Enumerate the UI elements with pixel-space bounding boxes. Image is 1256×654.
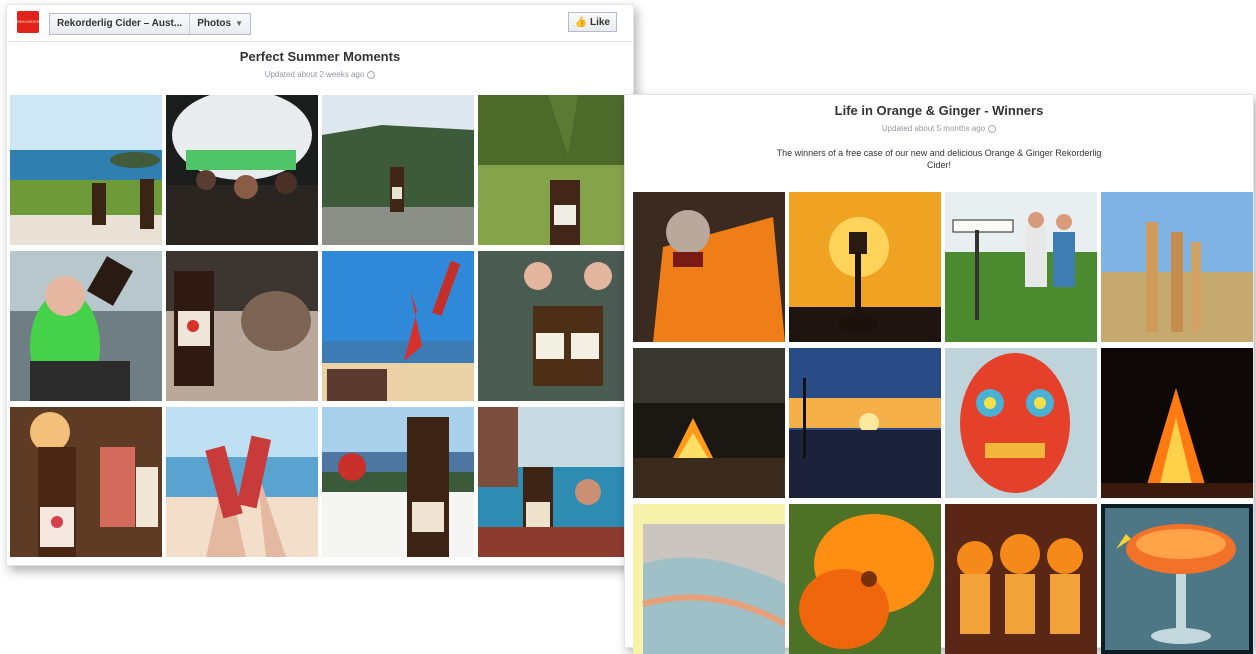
breadcrumb-section-dropdown[interactable]: Photos ▼: [190, 14, 250, 34]
photo-thumbnail[interactable]: [1101, 192, 1253, 342]
album-updated-time: Updated about 2 weeks ago: [7, 70, 633, 79]
photo-thumbnail[interactable]: [10, 95, 162, 245]
album-updated-time: Updated about 5 months ago: [625, 124, 1253, 133]
photo-thumbnail[interactable]: [322, 95, 474, 245]
globe-icon: [367, 70, 376, 79]
photo-thumbnail[interactable]: [166, 95, 318, 245]
globe-icon: [988, 124, 997, 133]
photo-thumbnail[interactable]: [10, 407, 162, 557]
photo-thumbnail[interactable]: [789, 504, 941, 654]
photo-thumbnail[interactable]: [945, 348, 1097, 498]
photo-thumbnail[interactable]: [322, 407, 474, 557]
breadcrumb-section-label: Photos: [197, 18, 232, 29]
photo-thumbnail[interactable]: [478, 407, 630, 557]
photo-thumbnail[interactable]: [322, 251, 474, 401]
like-label: Like: [589, 16, 610, 28]
photo-thumbnail[interactable]: [1101, 504, 1253, 654]
album-updated-text: Updated about 5 months ago: [881, 124, 986, 133]
photo-thumbnail[interactable]: [166, 251, 318, 401]
photo-grid: [10, 95, 630, 561]
album-updated-text: Updated about 2 weeks ago: [264, 70, 365, 79]
photo-thumbnail[interactable]: [478, 95, 630, 245]
photo-thumbnail[interactable]: [945, 192, 1097, 342]
photo-thumbnail[interactable]: [633, 504, 785, 654]
chevron-down-icon: ▼: [235, 19, 244, 28]
photo-thumbnail[interactable]: [789, 348, 941, 498]
album-panel-perfect-summer: REKORDERLIG Rekorderlig Cider – Aust... …: [6, 4, 634, 566]
album-panel-orange-ginger: Life in Orange & Ginger - Winners Update…: [624, 94, 1254, 654]
photo-thumbnail[interactable]: [166, 407, 318, 557]
photo-thumbnail[interactable]: [1101, 348, 1253, 498]
album-title[interactable]: Life in Orange & Ginger - Winners: [625, 103, 1253, 118]
breadcrumb-page-link[interactable]: Rekorderlig Cider – Aust...: [50, 14, 191, 34]
page-logo[interactable]: REKORDERLIG: [17, 11, 39, 33]
photo-grid: [633, 192, 1253, 654]
album-description: The winners of a free case of our new an…: [776, 148, 1102, 170]
photo-thumbnail[interactable]: [478, 251, 630, 401]
album-title[interactable]: Perfect Summer Moments: [7, 49, 633, 64]
breadcrumb: Rekorderlig Cider – Aust... Photos ▼: [49, 13, 252, 35]
photo-thumbnail[interactable]: [633, 348, 785, 498]
photo-thumbnail[interactable]: [10, 251, 162, 401]
page-header-bar: REKORDERLIG Rekorderlig Cider – Aust... …: [7, 5, 633, 42]
photo-thumbnail[interactable]: [945, 504, 1097, 654]
photo-thumbnail[interactable]: [633, 192, 785, 342]
photo-thumbnail[interactable]: [789, 192, 941, 342]
thumbs-up-icon: 👍: [574, 16, 587, 28]
like-button[interactable]: 👍 Like: [567, 12, 617, 32]
